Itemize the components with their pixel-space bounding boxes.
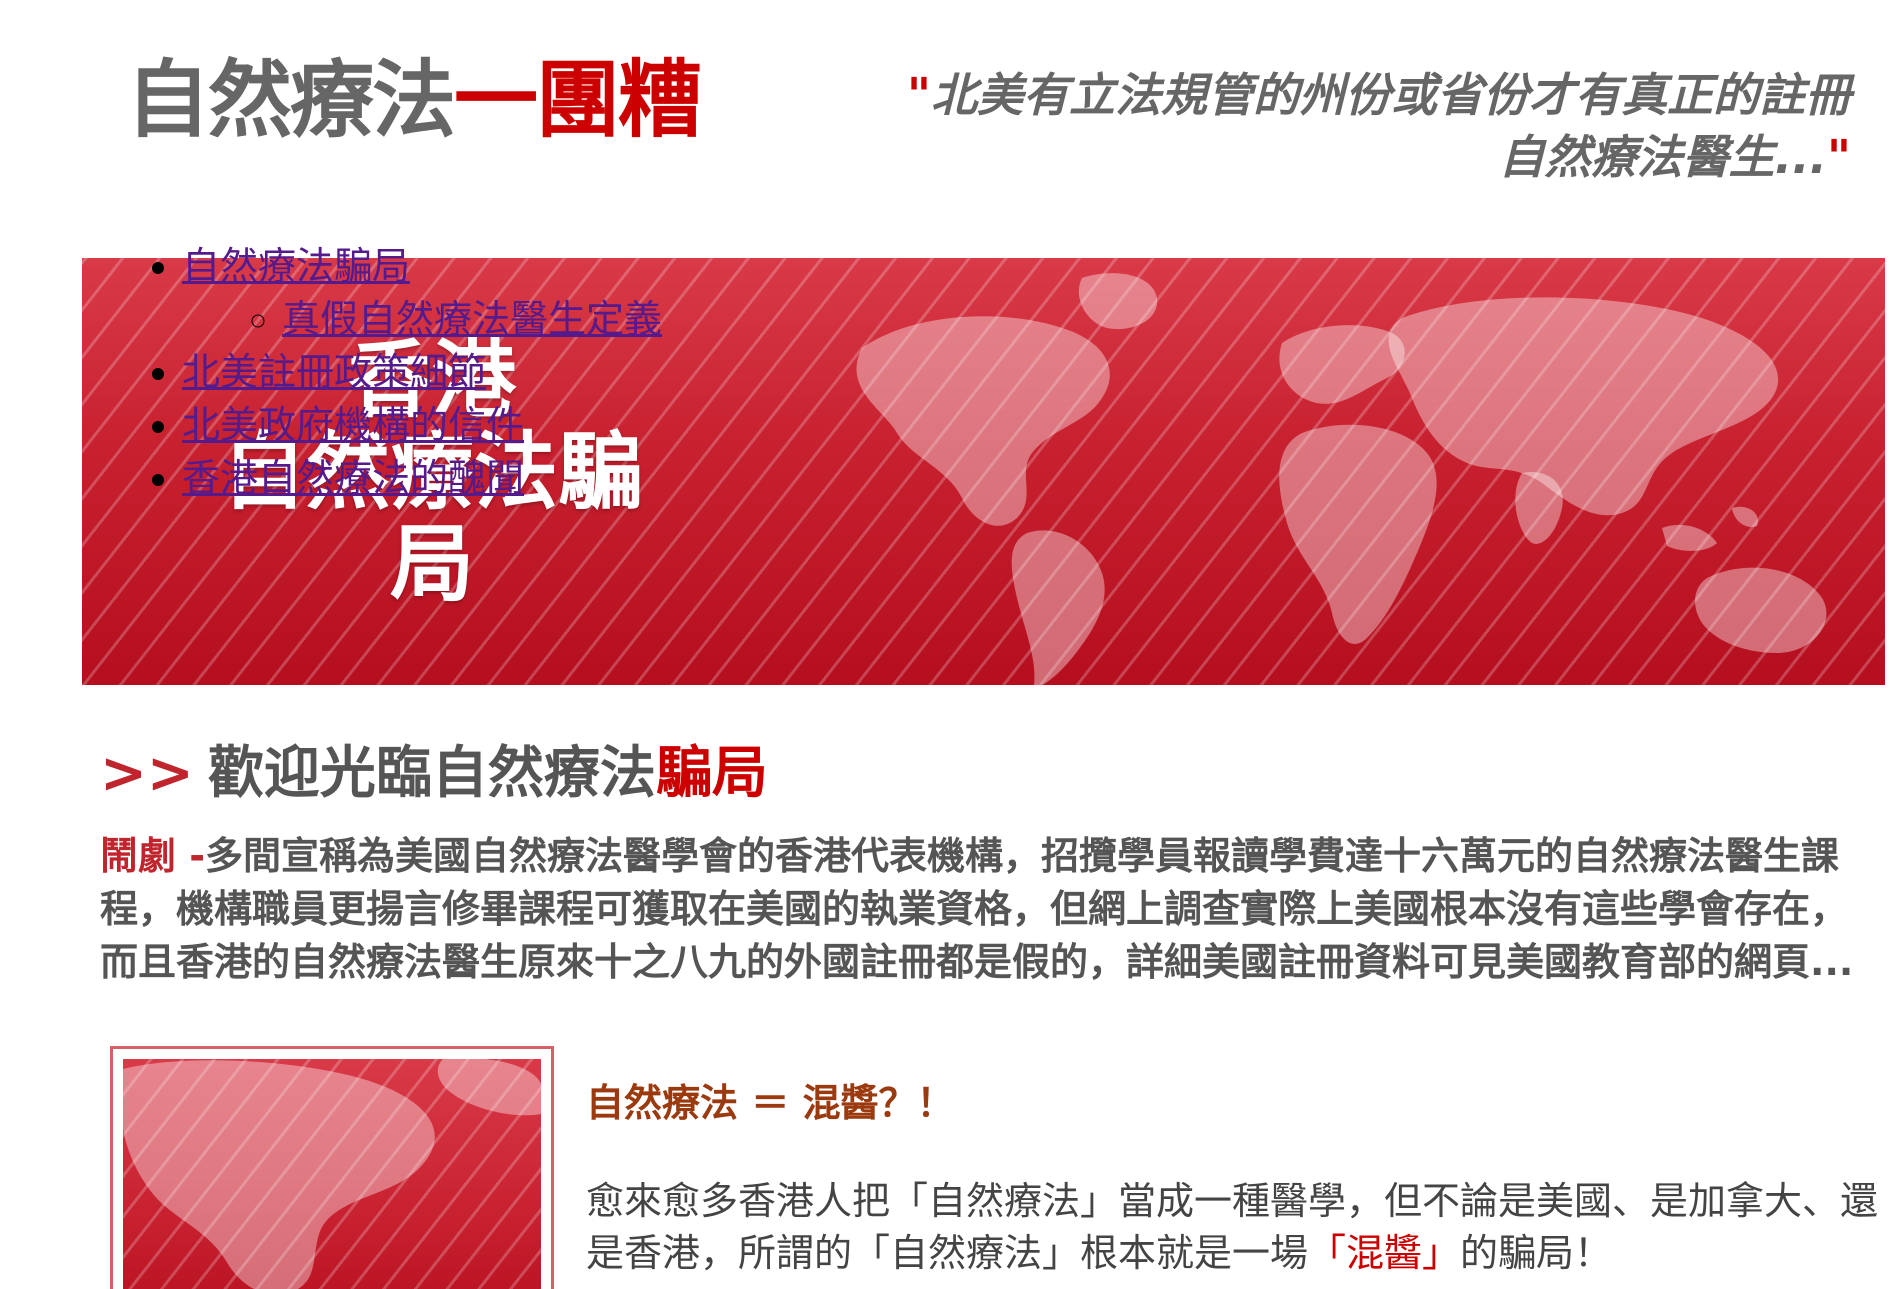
nav-link-scam[interactable]: 自然療法騙局 [182,244,410,288]
site-title-part2: 一團糟 [454,51,702,149]
site-title-part1: 自然療法 [126,51,456,149]
nav-item-scam: 自然療法騙局 真假自然療法醫生定義 [182,240,662,346]
heading-arrows: >> [100,741,194,806]
intro-lead: 鬧劇 - [100,834,206,878]
tagline-open-quote: " [907,68,931,122]
main-nav: 自然療法騙局 真假自然療法醫生定義 北美註冊政策細節 北美政府機構的信件 香港自… [140,240,662,505]
thumbnail-image [123,1059,541,1289]
nav-item-policy: 北美註冊政策細節 [182,346,662,399]
nav-subitem-definition: 真假自然療法醫生定義 [282,293,662,346]
article-body-part1: 愈來愈多香港人把「自然療法」當成一種醫學，但不論是美國、是加拿大、還是香港，所謂… [586,1179,1879,1275]
welcome-heading-main: 歡迎光臨自然療法 [207,741,656,806]
intro-text: 多間宣稱為美國自然療法醫學會的香港代表機構，招攬學員報讀學費達十六萬元的自然療法… [100,834,1854,984]
article-body-red: 「混醬」 [1308,1231,1461,1275]
nav-link-policy[interactable]: 北美註冊政策細節 [182,350,486,394]
thumbnail-stripes [123,1059,541,1289]
nav-link-scandals[interactable]: 香港自然療法的醜聞 [182,456,524,500]
nav-link-definition[interactable]: 真假自然療法醫生定義 [282,297,662,341]
nav-submenu: 真假自然療法醫生定義 [182,293,662,346]
article-body-part2: 的騙局！ [1460,1231,1613,1275]
welcome-heading-red: 騙局 [655,741,768,806]
intro-paragraph: 鬧劇 -多間宣稱為美國自然療法醫學會的香港代表機構，招攬學員報讀學費達十六萬元的… [100,830,1880,989]
page: 自然療法一團糟 "北美有立法規管的州份或省份才有真正的註冊 自然療法醫生..." [0,0,1903,1289]
nav-link-letters[interactable]: 北美政府機構的信件 [182,403,524,447]
article-thumbnail[interactable] [110,1046,554,1289]
tagline-line2: 自然療法醫生... [1498,130,1828,184]
tagline-close-quote: " [1827,130,1851,184]
welcome-heading: >> 歡迎光臨自然療法騙局 [100,734,768,814]
nav-item-scandals: 香港自然療法的醜聞 [182,452,662,505]
site-title[interactable]: 自然療法一團糟 [126,50,702,150]
article-heading: 自然療法 ＝ 混醬？！ [586,1081,955,1125]
nav-item-letters: 北美政府機構的信件 [182,399,662,452]
tagline-line1: 北美有立法規管的州份或省份才有真正的註冊 [931,68,1851,122]
site-tagline: "北美有立法規管的州份或省份才有真正的註冊 自然療法醫生..." [851,64,1851,188]
article-body: 愈來愈多香港人把「自然療法」當成一種醫學，但不論是美國、是加拿大、還是香港，所謂… [586,1175,1896,1279]
